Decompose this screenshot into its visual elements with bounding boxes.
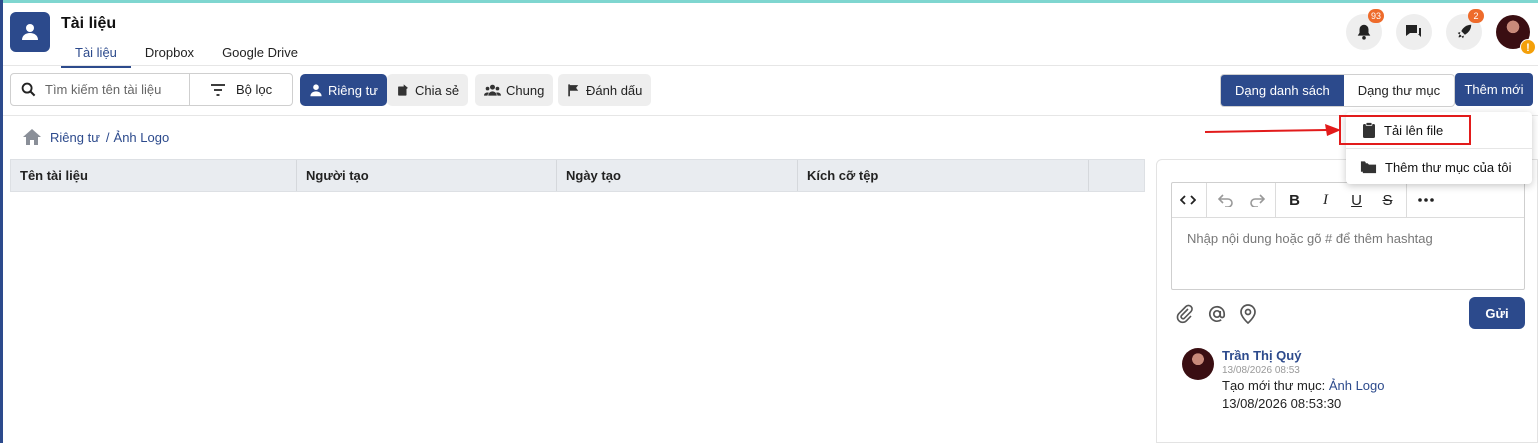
rocket-button[interactable]: 2 xyxy=(1446,9,1484,50)
filter-button[interactable]: Bộ lọc xyxy=(189,74,292,105)
redo-button[interactable] xyxy=(1241,183,1272,218)
search-input[interactable] xyxy=(39,82,189,97)
add-folder-item[interactable]: Thêm thư mục của tôi xyxy=(1346,149,1532,185)
activity-text-prefix: Tạo mới thư mục: xyxy=(1222,378,1326,393)
breadcrumb-root[interactable]: Riêng tư xyxy=(50,130,100,145)
bell-icon xyxy=(1357,24,1371,40)
bold-button[interactable]: B xyxy=(1279,183,1310,218)
code-icon xyxy=(1179,195,1196,205)
person-icon xyxy=(310,84,322,97)
activity-folder-link[interactable]: Ảnh Logo xyxy=(1329,378,1385,393)
column-header-creator[interactable]: Người tạo xyxy=(297,160,557,191)
chat-button[interactable] xyxy=(1396,14,1432,50)
folders-icon xyxy=(1360,161,1377,174)
redo-icon xyxy=(1249,194,1265,207)
notifications-button[interactable]: 93 xyxy=(1346,9,1384,50)
comment-panel: B I U S Nhập nội dung hoặc gõ # để thêm … xyxy=(1156,159,1538,443)
table-header: Tên tài liệu Người tạo Ngày tạo Kích cỡ … xyxy=(10,159,1145,192)
source-tabs: Tài liệu Dropbox Google Drive xyxy=(61,43,312,68)
search-icon xyxy=(11,82,39,97)
tab-documents[interactable]: Tài liệu xyxy=(61,43,131,68)
rocket-badge: 2 xyxy=(1468,9,1484,23)
red-arrow-icon xyxy=(1205,124,1341,136)
column-header-file-size[interactable]: Kích cỡ tệp xyxy=(798,160,1089,191)
app-icon xyxy=(10,12,50,52)
filter-icon xyxy=(211,83,225,96)
activity-text: Tạo mới thư mục: Ảnh Logo xyxy=(1222,378,1482,393)
chat-icon xyxy=(1406,25,1421,37)
breadcrumb-current: Ảnh Logo xyxy=(113,129,170,145)
user-icon xyxy=(22,24,38,40)
activity-user-name[interactable]: Trần Thị Quý xyxy=(1222,348,1482,363)
send-button[interactable]: Gửi xyxy=(1469,297,1525,329)
column-header-name[interactable]: Tên tài liệu xyxy=(11,160,297,191)
comment-actions xyxy=(1175,302,1271,326)
paperclip-icon xyxy=(1176,304,1193,324)
column-header-created-date[interactable]: Ngày tạo xyxy=(557,160,798,191)
rocket-icon xyxy=(1457,24,1472,39)
strikethrough-button[interactable]: S xyxy=(1372,183,1403,218)
attach-button[interactable] xyxy=(1175,302,1207,326)
tab-google-drive[interactable]: Google Drive xyxy=(208,43,312,68)
highlight-box xyxy=(1339,115,1471,145)
at-sign-icon xyxy=(1208,305,1226,322)
editor-toolbar: B I U S xyxy=(1172,182,1524,218)
column-header-actions xyxy=(1089,160,1144,191)
undo-button[interactable] xyxy=(1210,183,1241,218)
strikethrough-icon: S xyxy=(1382,191,1393,209)
warning-icon: ! xyxy=(1520,39,1536,55)
code-view-button[interactable] xyxy=(1172,183,1203,218)
breadcrumb: Riêng tư / Ảnh Logo xyxy=(22,128,169,146)
notifications-badge: 93 xyxy=(1367,9,1384,23)
comment-editor: B I U S Nhập nội dung hoặc gõ # để thêm … xyxy=(1171,182,1525,290)
activity-full-timestamp: 13/08/2026 08:53:30 xyxy=(1222,396,1342,411)
underline-icon: U xyxy=(1351,191,1362,209)
italic-icon: I xyxy=(1323,191,1328,208)
activity-timestamp: 13/08/2026 08:53 xyxy=(1222,365,1300,376)
tab-dropbox[interactable]: Dropbox xyxy=(131,43,208,68)
view-toggle: Dạng danh sách Dạng thư mục xyxy=(1220,74,1456,107)
chip-private[interactable]: Riêng tư xyxy=(300,74,387,106)
header-actions: 93 2 ! xyxy=(1332,9,1538,55)
page-title: Tài liệu xyxy=(61,15,117,32)
chip-bookmark[interactable]: Đánh dấu xyxy=(558,74,652,106)
view-list-button[interactable]: Dạng danh sách xyxy=(1221,75,1344,106)
activity-body: Trần Thị Quý 13/08/2026 08:53 Tạo mới th… xyxy=(1222,348,1482,411)
activity-avatar xyxy=(1182,348,1214,380)
more-horizontal-icon xyxy=(1417,198,1434,202)
home-icon xyxy=(23,129,41,145)
add-new-button[interactable]: Thêm mới xyxy=(1455,73,1533,106)
undo-icon xyxy=(1217,194,1233,207)
flag-icon xyxy=(568,84,579,97)
mention-button[interactable] xyxy=(1207,302,1239,326)
search-box: Bộ lọc xyxy=(10,73,293,106)
location-button[interactable] xyxy=(1239,302,1271,326)
toolbar: Bộ lọc Riêng tư Chia sẻ Chung Đánh dấu D… xyxy=(3,66,1538,116)
italic-button[interactable]: I xyxy=(1310,183,1341,218)
comment-input[interactable]: Nhập nội dung hoặc gõ # để thêm hashtag xyxy=(1172,218,1524,259)
location-pin-icon xyxy=(1240,304,1256,324)
bold-icon: B xyxy=(1289,191,1300,209)
breadcrumb-separator: / xyxy=(105,129,110,145)
documents-table: Tên tài liệu Người tạo Ngày tạo Kích cỡ … xyxy=(10,159,1145,192)
view-folder-button[interactable]: Dạng thư mục xyxy=(1344,75,1454,106)
chip-common[interactable]: Chung xyxy=(475,74,554,106)
share-icon xyxy=(398,84,408,96)
avatar[interactable]: ! xyxy=(1496,15,1536,55)
filter-label: Bộ lọc xyxy=(236,82,273,97)
underline-button[interactable]: U xyxy=(1341,183,1372,218)
group-icon xyxy=(484,84,501,96)
more-options-button[interactable] xyxy=(1410,183,1441,218)
chip-shared[interactable]: Chia sẻ xyxy=(387,74,469,106)
header: Tài liệu Tài liệu Dropbox Google Drive 9… xyxy=(3,3,1538,68)
